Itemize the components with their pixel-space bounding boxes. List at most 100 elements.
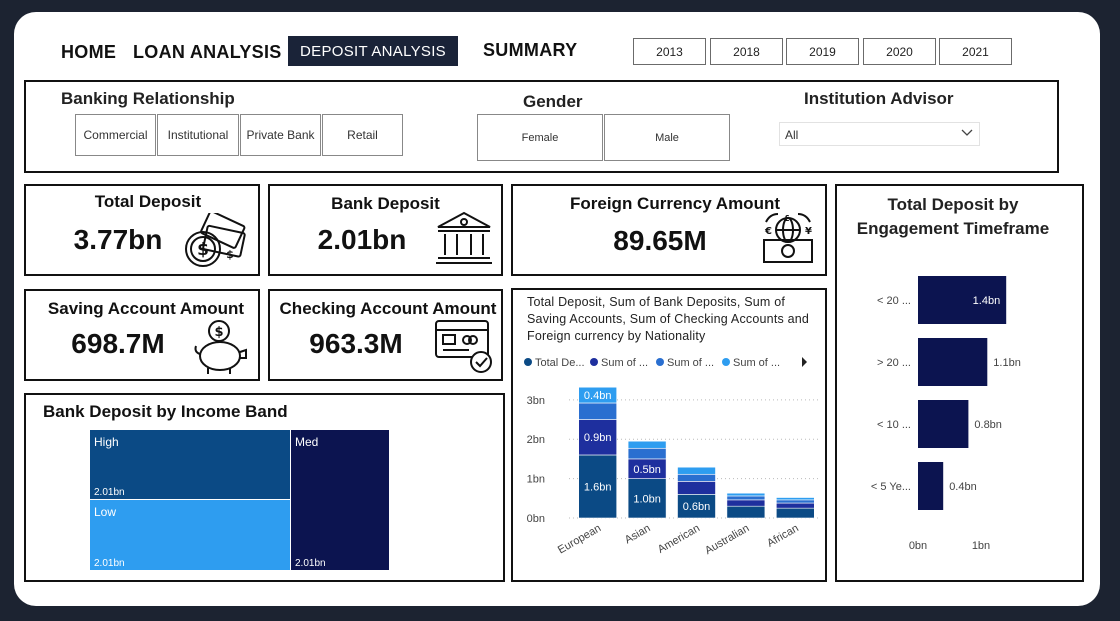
y-tick-label: 2bn: [527, 434, 545, 446]
x-tick-label: American: [656, 522, 702, 556]
bar-segment[interactable]: [726, 492, 766, 497]
data-label: 0.5bn: [633, 464, 661, 476]
y-category-label: < 10 ...: [877, 419, 911, 431]
legend-marker: [722, 358, 730, 366]
card-check-icon: [435, 320, 492, 373]
treemap-cell-med-label: Med: [295, 435, 319, 449]
x-tick-label: Australian: [703, 522, 751, 557]
slicer-commercial[interactable]: Commercial: [75, 114, 156, 156]
bar-segment[interactable]: [726, 495, 766, 501]
treemap-cell-med-value: 2.01bn: [295, 558, 326, 569]
legend-marker: [590, 358, 598, 366]
slicer-retail[interactable]: Retail: [322, 114, 403, 156]
bar-segment[interactable]: [726, 505, 766, 519]
gender-title: Gender: [523, 92, 583, 111]
year-button-2019[interactable]: 2019: [786, 38, 859, 65]
slicer-male[interactable]: Male: [604, 114, 730, 161]
x-tick-label: 1bn: [972, 540, 990, 552]
nav-loan-analysis[interactable]: LOAN ANALYSIS: [133, 42, 282, 63]
data-label: 0.9bn: [584, 432, 612, 444]
year-button-2018[interactable]: 2018: [710, 38, 783, 65]
hbar[interactable]: [918, 400, 969, 448]
engagement-chart-title: Total Deposit by Engagement Timeframe: [856, 195, 1050, 238]
legend-next-icon[interactable]: [802, 357, 807, 367]
svg-text:€: €: [764, 226, 772, 237]
engagement-bar-chart: < 20 ... 1.4bn > 20 ... 1.1bn < 10 ... 0.8bn <…: [871, 276, 1021, 552]
treemap-cell-low-value: 2.01bn: [94, 558, 125, 569]
bar-segment[interactable]: [677, 481, 716, 495]
money-icon: $ $: [185, 213, 246, 267]
data-label: 0.6bn: [683, 501, 711, 513]
slicer-female[interactable]: Female: [477, 114, 603, 161]
data-label: 1.0bn: [633, 493, 661, 505]
nav-deposit-analysis[interactable]: DEPOSIT ANALYSIS: [288, 36, 458, 66]
x-tick-label: Asian: [623, 522, 653, 546]
treemap-cell-high-label: High: [94, 435, 119, 449]
institution-advisor-title: Institution Advisor: [804, 89, 954, 108]
nav-home[interactable]: HOME: [61, 42, 116, 63]
treemap-cell-low[interactable]: Low 2.01bn: [90, 500, 290, 570]
treemap-cell-low-label: Low: [94, 505, 117, 519]
legend-label[interactable]: Sum of ...: [667, 357, 714, 369]
bank-icon: [436, 211, 492, 264]
legend-label[interactable]: Sum of ...: [601, 357, 648, 369]
kpi-checking-value: 963.3M: [309, 328, 403, 359]
data-label: 0.4bn: [949, 481, 977, 493]
bar-segment[interactable]: [677, 473, 716, 482]
treemap-cell-high-value: 2.01bn: [94, 487, 125, 498]
x-tick-label: 0bn: [909, 540, 927, 552]
bar-segment[interactable]: [578, 402, 617, 420]
y-tick-label: 3bn: [527, 395, 545, 407]
year-button-2021[interactable]: 2021: [939, 38, 1012, 65]
bar-segment[interactable]: [775, 497, 815, 501]
treemap-chart: High 2.01bn Low 2.01bn Med 2.01bn: [90, 430, 389, 570]
bar-segment[interactable]: [726, 499, 766, 507]
y-tick-label: 0bn: [527, 513, 545, 525]
svg-text:$: $: [226, 248, 234, 261]
kpi-bank-deposit-value: 2.01bn: [317, 224, 407, 255]
bar-segment[interactable]: [677, 466, 716, 475]
nationality-stacked-bar-chart: Total De... Sum of ... Sum of ... Sum of ..…: [524, 357, 818, 557]
piggy-bank-icon: $: [194, 320, 247, 374]
kpi-total-deposit-label: Total Deposit: [94, 192, 202, 211]
year-button-2013[interactable]: 2013: [633, 38, 706, 65]
data-label: 1.4bn: [973, 295, 1001, 307]
x-tick-label: African: [765, 522, 801, 550]
slicer-private-bank[interactable]: Private Bank: [240, 114, 321, 156]
year-button-2020[interactable]: 2020: [863, 38, 936, 65]
legend-marker: [656, 358, 664, 366]
kpi-total-deposit-value: 3.77bn: [73, 224, 163, 255]
bar-segment[interactable]: [775, 499, 815, 504]
y-category-label: < 5 Ye...: [871, 481, 911, 493]
banking-relationship-title: Banking Relationship: [61, 89, 235, 108]
kpi-foreign-currency-value: 89.65M: [613, 225, 707, 256]
advisor-dropdown-value: All: [785, 128, 799, 142]
hbar[interactable]: [918, 338, 988, 386]
globe-currency-icon: € ¥ £: [763, 213, 813, 263]
treemap-cell-high[interactable]: High 2.01bn: [90, 430, 290, 499]
svg-text:$: $: [197, 240, 209, 260]
bar-segment[interactable]: [627, 447, 667, 460]
treemap-title: Bank Deposit by Income Band: [43, 402, 288, 421]
legend-marker: [524, 358, 532, 366]
bar-segment[interactable]: [775, 507, 815, 519]
nav-summary[interactable]: SUMMARY: [483, 40, 577, 61]
svg-text:$: $: [214, 325, 223, 340]
y-tick-label: 1bn: [527, 474, 545, 486]
y-category-label: < 20 ...: [877, 295, 911, 307]
legend-label[interactable]: Sum of ...: [733, 357, 780, 369]
y-category-label: > 20 ...: [877, 357, 911, 369]
hbar[interactable]: [918, 462, 944, 510]
slicer-institutional[interactable]: Institutional: [157, 114, 239, 156]
bar-segment[interactable]: [627, 440, 667, 449]
svg-text:¥: ¥: [805, 226, 812, 237]
legend-label[interactable]: Total De...: [535, 357, 585, 369]
svg-text:£: £: [784, 214, 790, 223]
bar-segment[interactable]: [775, 502, 815, 509]
advisor-dropdown[interactable]: All: [779, 122, 980, 146]
chevron-down-icon: [961, 129, 973, 136]
data-label: 0.4bn: [584, 390, 612, 402]
treemap-cell-med[interactable]: Med 2.01bn: [291, 430, 389, 570]
x-tick-label: European: [556, 522, 603, 556]
nationality-chart-title: Total Deposit, Sum of Bank Deposits, Sum…: [527, 295, 810, 343]
